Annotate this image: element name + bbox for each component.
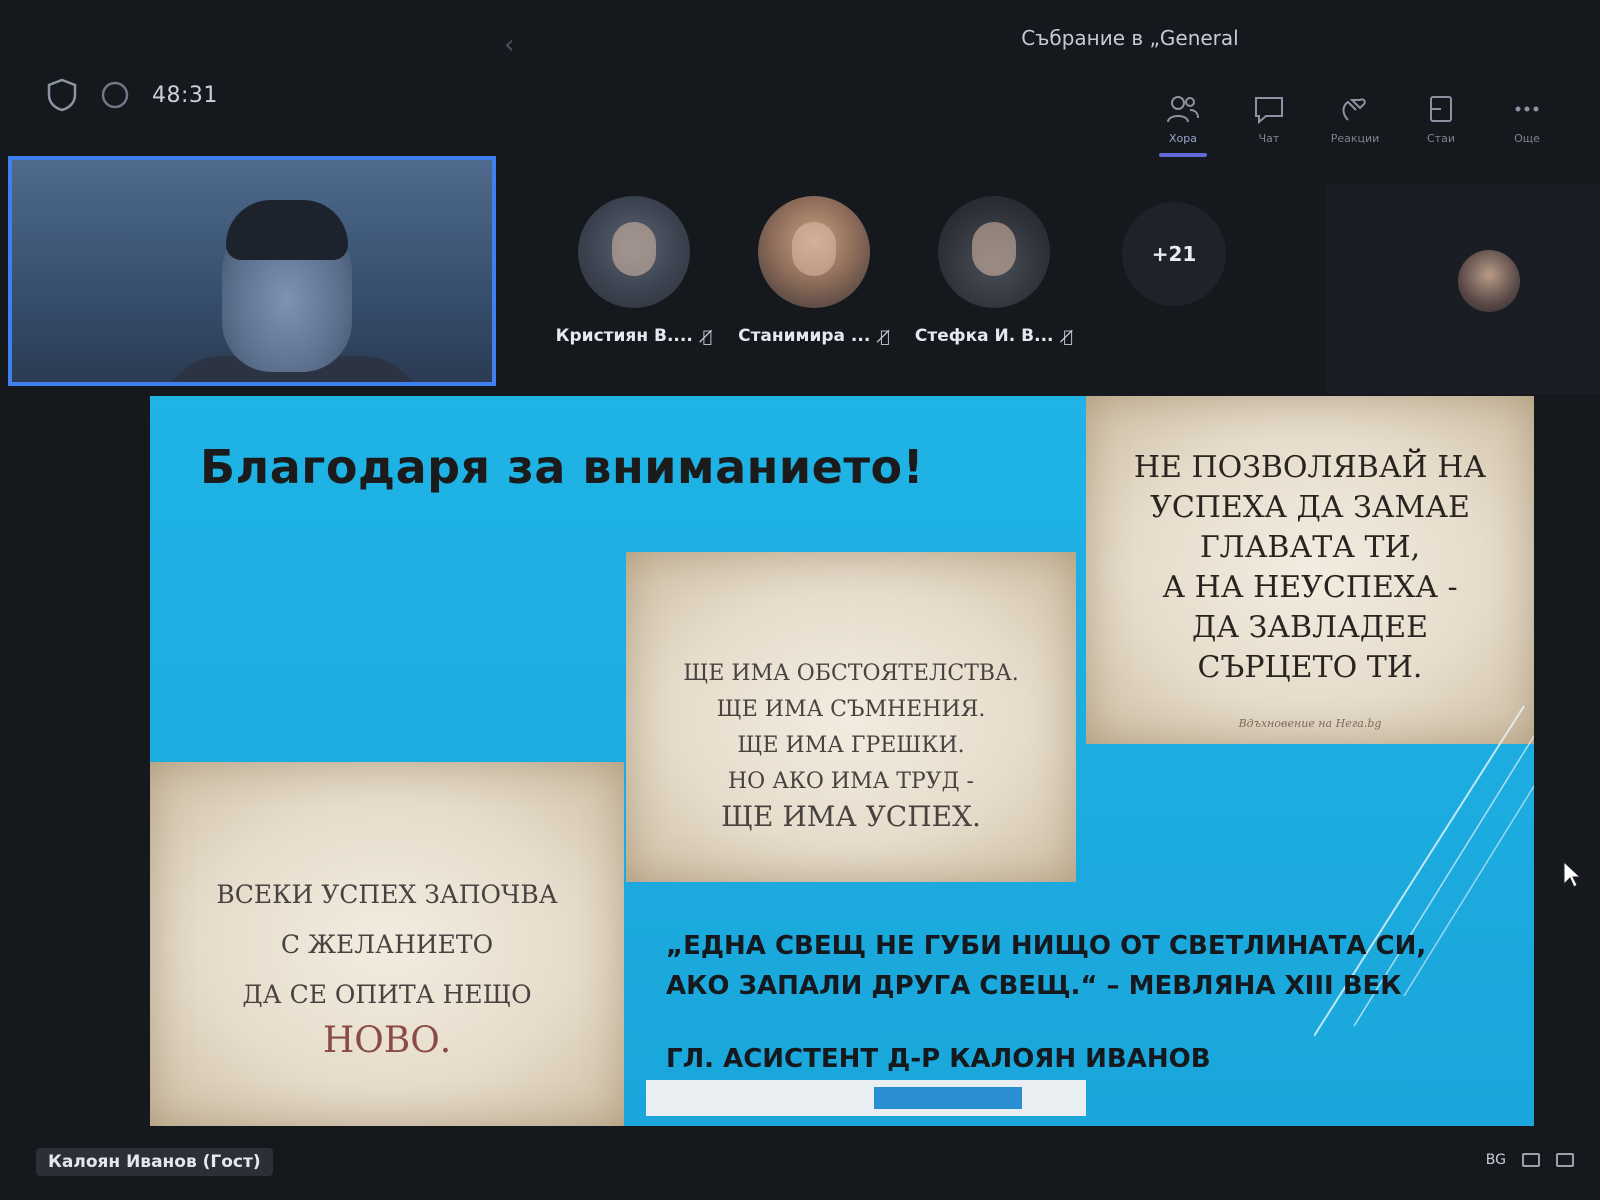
participant-tile[interactable]: Стефка И. В... 🎙̸ bbox=[915, 196, 1073, 346]
toolbar-reactions-button[interactable]: Реакции bbox=[1322, 92, 1388, 157]
reactions-icon bbox=[1338, 92, 1372, 126]
quote-card-left: ВСЕКИ УСПЕХ ЗАПОЧВА С ЖЕЛАНИЕТО ДА СЕ ОП… bbox=[150, 762, 624, 1126]
monitor-icon[interactable] bbox=[1556, 1153, 1574, 1167]
presenter-name-tag: Калоян Иванов (Гост) bbox=[36, 1148, 273, 1176]
quote-line: ЩЕ ИМА ОБСТОЯТЕЛСТВА. bbox=[683, 661, 1019, 686]
participant-name: Станимира ... 🎙̸ bbox=[738, 326, 890, 346]
more-participants-count[interactable]: +21 bbox=[1122, 202, 1226, 306]
quote-line: ЩЕ ИМА ГРЕШКИ. bbox=[737, 733, 965, 758]
toolbar-reactions-label: Реакции bbox=[1330, 132, 1380, 145]
quote-line: ЩЕ ИМА СЪМНЕНИЯ. bbox=[716, 697, 986, 722]
toolbar-rooms-label: Стаи bbox=[1427, 132, 1455, 145]
participant-name-text: Станимира ... bbox=[738, 326, 871, 346]
toolbar-chat-label: Чат bbox=[1258, 132, 1280, 145]
mouse-cursor-icon bbox=[1563, 860, 1582, 888]
mevlana-quote: „ЕДНА СВЕЩ НЕ ГУБИ НИЩО ОТ СВЕТЛИНАТА СИ… bbox=[666, 926, 1426, 1006]
self-video-tile[interactable] bbox=[8, 156, 496, 386]
battery-icon[interactable] bbox=[1522, 1153, 1540, 1167]
quote-line: ДА ЗАВЛАДЕЕ bbox=[1191, 610, 1429, 645]
avatar-face bbox=[972, 222, 1016, 276]
participant-tile[interactable]: Кристиян В.... 🎙̸ bbox=[556, 196, 712, 346]
quote-left-text: ВСЕКИ УСПЕХ ЗАПОЧВА С ЖЕЛАНИЕТО ДА СЕ ОП… bbox=[150, 870, 624, 1020]
toolbar-people-label: Хора bbox=[1169, 132, 1197, 145]
quote-line: ГЛАВАТА ТИ, bbox=[1199, 530, 1421, 565]
avatar bbox=[938, 196, 1050, 308]
avatar-face bbox=[612, 222, 656, 276]
slide-author: ГЛ. АСИСТЕНТ Д-Р КАЛОЯН ИВАНОВ bbox=[666, 1044, 1211, 1074]
mic-off-icon: 🎙̸ bbox=[702, 326, 713, 346]
meeting-status-bar: 48:31 bbox=[46, 78, 218, 112]
quote-line: НЕ ПОЗВОЛЯВАЙ НА bbox=[1133, 450, 1487, 485]
quote-line: УСПЕХА ДА ЗАМАЕ bbox=[1150, 490, 1470, 525]
shared-presentation-slide: Благодаря за вниманието! НЕ ПОЗВОЛЯВАЙ Н… bbox=[150, 396, 1534, 1126]
participant-tile[interactable]: Станимира ... 🎙̸ bbox=[738, 196, 890, 346]
meeting-toolbar: Хора Чат Реакции Стаи Още bbox=[1150, 92, 1560, 157]
quote-line: А НА НЕУСПЕХА - bbox=[1162, 570, 1458, 605]
mevlana-quote-line: АКО ЗАПАЛИ ДРУГА СВЕЩ.“ – МЕВЛЯНА XIII В… bbox=[666, 971, 1402, 1001]
quote-right-text: НЕ ПОЗВОЛЯВАЙ НА УСПЕХА ДА ЗАМАЕ ГЛАВАТА… bbox=[1086, 448, 1534, 688]
quote-line: СЪРЦЕТО ТИ. bbox=[1197, 650, 1423, 685]
video-person-hair bbox=[226, 200, 348, 260]
mic-off-icon: 🎙̸ bbox=[880, 326, 890, 346]
meeting-title: Събрание в „General bbox=[1021, 26, 1239, 50]
quote-line-emphasis: ЩЕ ИМА УСПЕХ. bbox=[721, 800, 981, 833]
quote-card-middle: ЩЕ ИМА ОБСТОЯТЕЛСТВА. ЩЕ ИМА СЪМНЕНИЯ. Щ… bbox=[626, 552, 1076, 882]
quote-line: С ЖЕЛАНИЕТО bbox=[280, 930, 494, 959]
slide-footer-bar bbox=[646, 1080, 1086, 1116]
quote-card-right: НЕ ПОЗВОЛЯВАЙ НА УСПЕХА ДА ЗАМАЕ ГЛАВАТА… bbox=[1086, 396, 1534, 744]
mic-off-icon: 🎙̸ bbox=[1063, 326, 1074, 346]
toolbar-rooms-button[interactable]: Стаи bbox=[1408, 92, 1474, 157]
people-icon bbox=[1166, 92, 1200, 126]
quote-line: НО АКО ИМА ТРУД - bbox=[728, 769, 974, 794]
participant-name: Стефка И. В... 🎙̸ bbox=[915, 326, 1073, 346]
system-tray: BG bbox=[1486, 1152, 1574, 1168]
toolbar-people-button[interactable]: Хора bbox=[1150, 92, 1216, 157]
more-participants-tile[interactable]: +21 bbox=[1114, 196, 1234, 346]
slide-footer-button[interactable] bbox=[874, 1087, 1022, 1109]
toolbar-more-button[interactable]: Още bbox=[1494, 92, 1560, 157]
avatar bbox=[578, 196, 690, 308]
chat-icon bbox=[1252, 92, 1286, 126]
mevlana-quote-line: „ЕДНА СВЕЩ НЕ ГУБИ НИЩО ОТ СВЕТЛИНАТА СИ… bbox=[666, 931, 1427, 961]
participant-name-text: Стефка И. В... bbox=[914, 326, 1054, 346]
quote-line: ВСЕКИ УСПЕХ ЗАПОЧВА bbox=[216, 880, 558, 909]
quote-line: ДА СЕ ОПИТА НЕЩО bbox=[242, 980, 532, 1009]
recording-circle-icon bbox=[100, 80, 130, 110]
participant-name: Кристиян В.... 🎙̸ bbox=[556, 326, 713, 346]
rooms-icon bbox=[1424, 92, 1458, 126]
avatar-face bbox=[792, 222, 836, 276]
pinned-participant-tile[interactable] bbox=[1326, 184, 1600, 394]
toolbar-more-label: Още bbox=[1514, 132, 1540, 145]
more-icon bbox=[1510, 92, 1544, 126]
quote-middle-text: ЩЕ ИМА ОБСТОЯТЕЛСТВА. ЩЕ ИМА СЪМНЕНИЯ. Щ… bbox=[626, 656, 1076, 800]
slide-title: Благодаря за вниманието! bbox=[200, 440, 925, 494]
quote-line-emphasis: НОВО. bbox=[322, 1020, 452, 1061]
avatar bbox=[1458, 250, 1520, 312]
keyboard-language[interactable]: BG bbox=[1486, 1152, 1506, 1168]
participant-name-text: Кристиян В.... bbox=[555, 326, 693, 346]
meeting-timer: 48:31 bbox=[152, 82, 218, 108]
toolbar-chat-button[interactable]: Чат bbox=[1236, 92, 1302, 157]
back-chevron-icon[interactable]: ‹ bbox=[504, 30, 514, 60]
avatar bbox=[758, 196, 870, 308]
participant-strip: Кристиян В.... 🎙̸ Станимира ... 🎙̸ Стефк… bbox=[556, 196, 1234, 346]
shield-icon[interactable] bbox=[46, 78, 78, 112]
